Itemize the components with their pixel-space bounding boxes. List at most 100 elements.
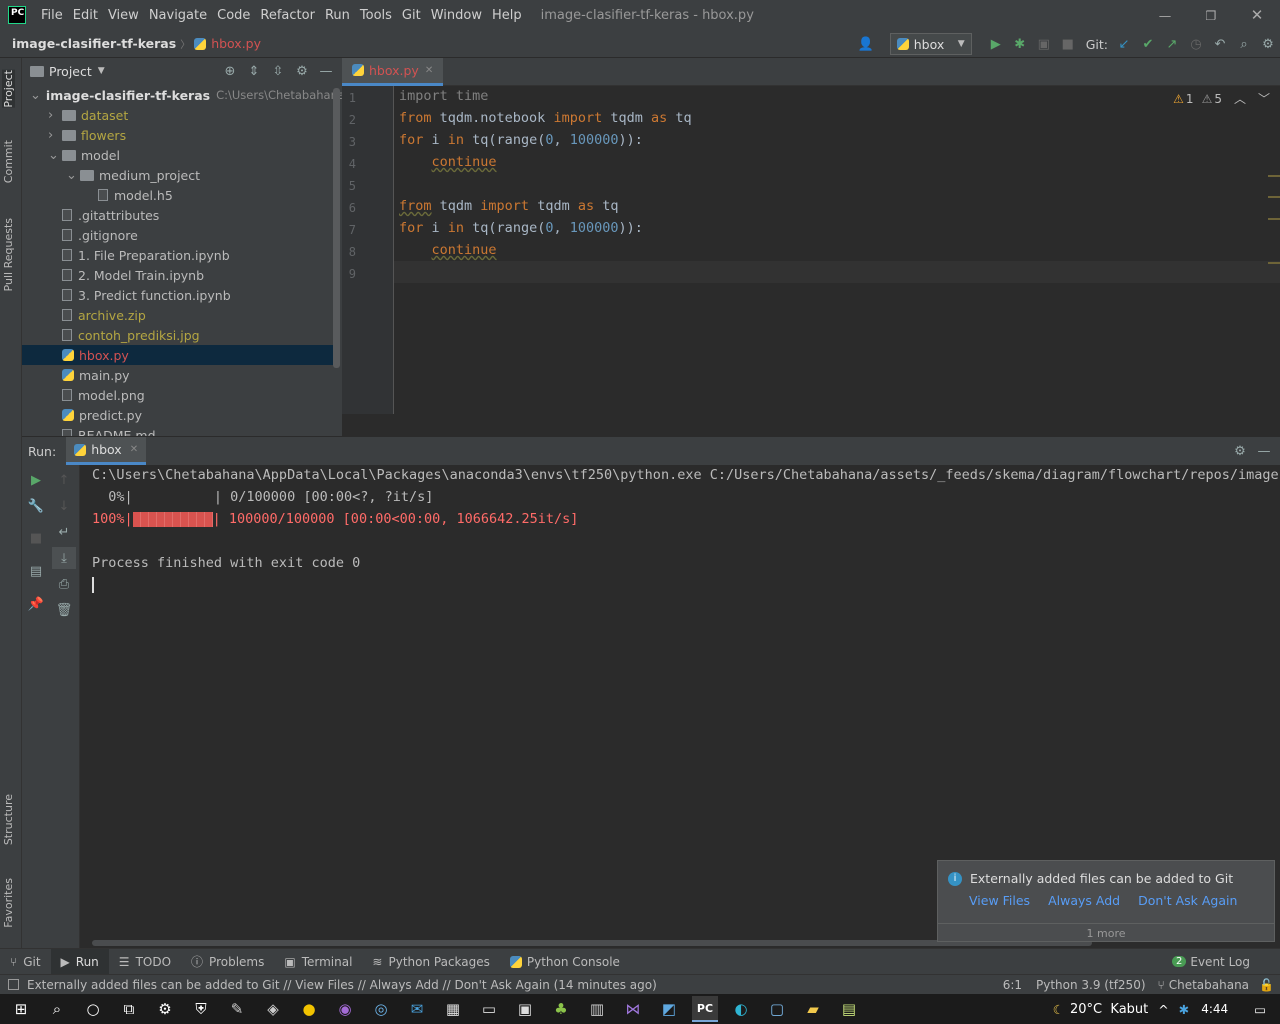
tool-tab-favorites[interactable]: Favorites — [2, 878, 15, 928]
project-panel-title[interactable]: Project — [49, 64, 92, 79]
close-window-button[interactable]: ✕ — [1234, 6, 1280, 24]
caret-position[interactable]: 6:1 — [1003, 978, 1022, 992]
minimize-button[interactable]: — — [1142, 8, 1188, 23]
chevron-down-icon[interactable]: ⌄ — [48, 148, 62, 163]
tool-tab-project[interactable]: Project — [2, 70, 15, 108]
rollback-icon[interactable]: ↶ — [1208, 33, 1232, 55]
expand-all-icon[interactable]: ⇕ — [242, 60, 266, 82]
search-icon[interactable]: ⌕ — [44, 996, 70, 1022]
collapse-all-icon[interactable]: ⇳ — [266, 60, 290, 82]
breadcrumb-project[interactable]: image-clasifier-tf-keras — [12, 36, 176, 51]
close-icon[interactable]: ✕ — [130, 444, 138, 455]
tree-item[interactable]: .gitattributes — [22, 205, 340, 225]
dont-ask-again-link[interactable]: Don't Ask Again — [1138, 893, 1237, 908]
menu-run[interactable]: Run — [320, 8, 355, 23]
git-commit-icon[interactable]: ✔ — [1136, 33, 1160, 55]
git-push-icon[interactable]: ↗ — [1160, 33, 1184, 55]
tree-item[interactable]: 2. Model Train.ipynb — [22, 265, 340, 285]
app-icon[interactable]: ▦ — [440, 996, 466, 1022]
chevron-down-icon[interactable]: ▼ — [98, 66, 105, 76]
shield-icon[interactable]: ⛨ — [188, 996, 214, 1022]
more-notifications[interactable]: 1 more — [938, 923, 1274, 940]
tool-tab-event-log[interactable]: 2 Event Log — [1162, 949, 1260, 975]
tool-tab-git[interactable]: ⑂ Git — [0, 949, 51, 975]
tree-item[interactable]: main.py — [22, 365, 340, 385]
edge-icon[interactable]: ◐ — [728, 996, 754, 1022]
tree-scrollbar[interactable] — [333, 88, 340, 368]
chevron-right-icon[interactable]: › — [48, 128, 62, 143]
tool-tab-problems[interactable]: ⓘ Problems — [181, 949, 274, 975]
terminal-icon[interactable]: ▣ — [512, 996, 538, 1022]
user-icon[interactable]: 👤 — [854, 33, 878, 55]
tree-item[interactable]: archive.zip — [22, 305, 340, 325]
hide-panel-icon[interactable]: — — [1252, 440, 1276, 462]
git-update-icon[interactable]: ↙ — [1112, 33, 1136, 55]
close-icon[interactable]: ✕ — [425, 65, 433, 76]
task-view-icon[interactable]: ⧉ — [116, 996, 142, 1022]
run-tab-hbox[interactable]: hbox ✕ — [66, 437, 147, 465]
menu-git[interactable]: Git — [397, 8, 426, 23]
history-icon[interactable]: ◷ — [1184, 33, 1208, 55]
coverage-icon[interactable]: ▣ — [1032, 33, 1056, 55]
tree-item[interactable]: contoh_prediksi.jpg — [22, 325, 340, 345]
chevron-down-icon[interactable]: ﹀ — [1258, 90, 1270, 107]
tree-item[interactable]: README.md — [22, 425, 340, 436]
menu-navigate[interactable]: Navigate — [144, 8, 212, 23]
tool-tab-commit[interactable]: Commit — [2, 140, 15, 183]
breadcrumb-file[interactable]: hbox.py — [211, 36, 261, 51]
stop-icon[interactable]: ■ — [1056, 33, 1080, 55]
file-explorer-icon[interactable]: ▰ — [800, 996, 826, 1022]
bluetooth-icon[interactable]: ✱ — [1179, 1002, 1189, 1017]
tree-item[interactable]: predict.py — [22, 405, 340, 425]
inspection-widget[interactable]: ⚠ 1 ⚠ 5 ︿ ﹀ — [1173, 90, 1270, 107]
menu-tools[interactable]: Tools — [355, 8, 397, 23]
tool-tab-python-console[interactable]: Python Console — [500, 949, 630, 975]
tool-tab-terminal[interactable]: ▣ Terminal — [274, 949, 362, 975]
gear-icon[interactable]: ⚙ — [1256, 33, 1280, 55]
pycharm-taskbar-icon[interactable]: PC — [692, 996, 718, 1022]
tool-tab-todo[interactable]: ☰ TODO — [109, 949, 181, 975]
git-branch[interactable]: Chetabahana — [1169, 978, 1249, 992]
restore-button[interactable]: ❐ — [1188, 8, 1234, 23]
pen-icon[interactable]: ✎ — [224, 996, 250, 1022]
app-icon[interactable]: ◈ — [260, 996, 286, 1022]
weather-label[interactable]: 20°C Kabut — [1070, 1002, 1148, 1017]
debug-icon[interactable]: ✱ — [1008, 33, 1032, 55]
tool-tab-run[interactable]: ▶ Run — [50, 948, 109, 975]
app-icon[interactable]: ♣ — [548, 996, 574, 1022]
menu-file[interactable]: File — [36, 8, 68, 23]
chevron-up-icon[interactable]: ︿ — [1234, 90, 1246, 107]
search-icon[interactable]: ⌕ — [1232, 33, 1256, 55]
app-icon[interactable]: ▥ — [584, 996, 610, 1022]
python-interpreter[interactable]: Python 3.9 (tf250) — [1036, 978, 1146, 992]
run-config-select[interactable]: hbox ▼ — [889, 33, 972, 55]
tree-item[interactable]: 3. Predict function.ipynb — [22, 285, 340, 305]
chevron-right-icon[interactable]: › — [48, 108, 62, 123]
visual-studio-icon[interactable]: ⋈ — [620, 996, 646, 1022]
tree-item[interactable]: 1. File Preparation.ipynb — [22, 245, 340, 265]
windows-start-icon[interactable]: ⊞ — [8, 996, 34, 1022]
app-icon[interactable]: ◩ — [656, 996, 682, 1022]
mail-icon[interactable]: ✉ — [404, 996, 430, 1022]
status-message[interactable]: Externally added files can be added to G… — [27, 978, 657, 992]
tree-item[interactable]: › dataset — [22, 105, 340, 125]
settings-icon[interactable]: ⚙ — [152, 996, 178, 1022]
notepad-icon[interactable]: ▤ — [836, 996, 862, 1022]
chevron-up-icon[interactable]: ^ — [1158, 1002, 1168, 1017]
tree-item[interactable]: model.png — [22, 385, 340, 405]
pycharm-logo-icon[interactable]: PC — [8, 6, 26, 24]
cortana-icon[interactable]: ○ — [80, 996, 106, 1022]
tool-tab-structure[interactable]: Structure — [2, 794, 15, 845]
clock[interactable]: 4:44 — [1201, 1002, 1228, 1016]
tree-item[interactable]: ⌄ model — [22, 145, 340, 165]
lock-icon[interactable]: 🔓 — [1259, 978, 1274, 992]
chevron-down-icon[interactable]: ⌄ — [30, 88, 41, 103]
menu-view[interactable]: View — [103, 8, 144, 23]
view-files-link[interactable]: View Files — [969, 893, 1030, 908]
tree-item[interactable]: hbox.py — [22, 345, 340, 365]
menu-help[interactable]: Help — [487, 8, 527, 23]
tree-item[interactable]: › flowers — [22, 125, 340, 145]
hide-panel-icon[interactable]: — — [314, 60, 338, 82]
github-icon[interactable]: ◉ — [332, 996, 358, 1022]
toggle-tool-windows-icon[interactable] — [8, 979, 19, 990]
